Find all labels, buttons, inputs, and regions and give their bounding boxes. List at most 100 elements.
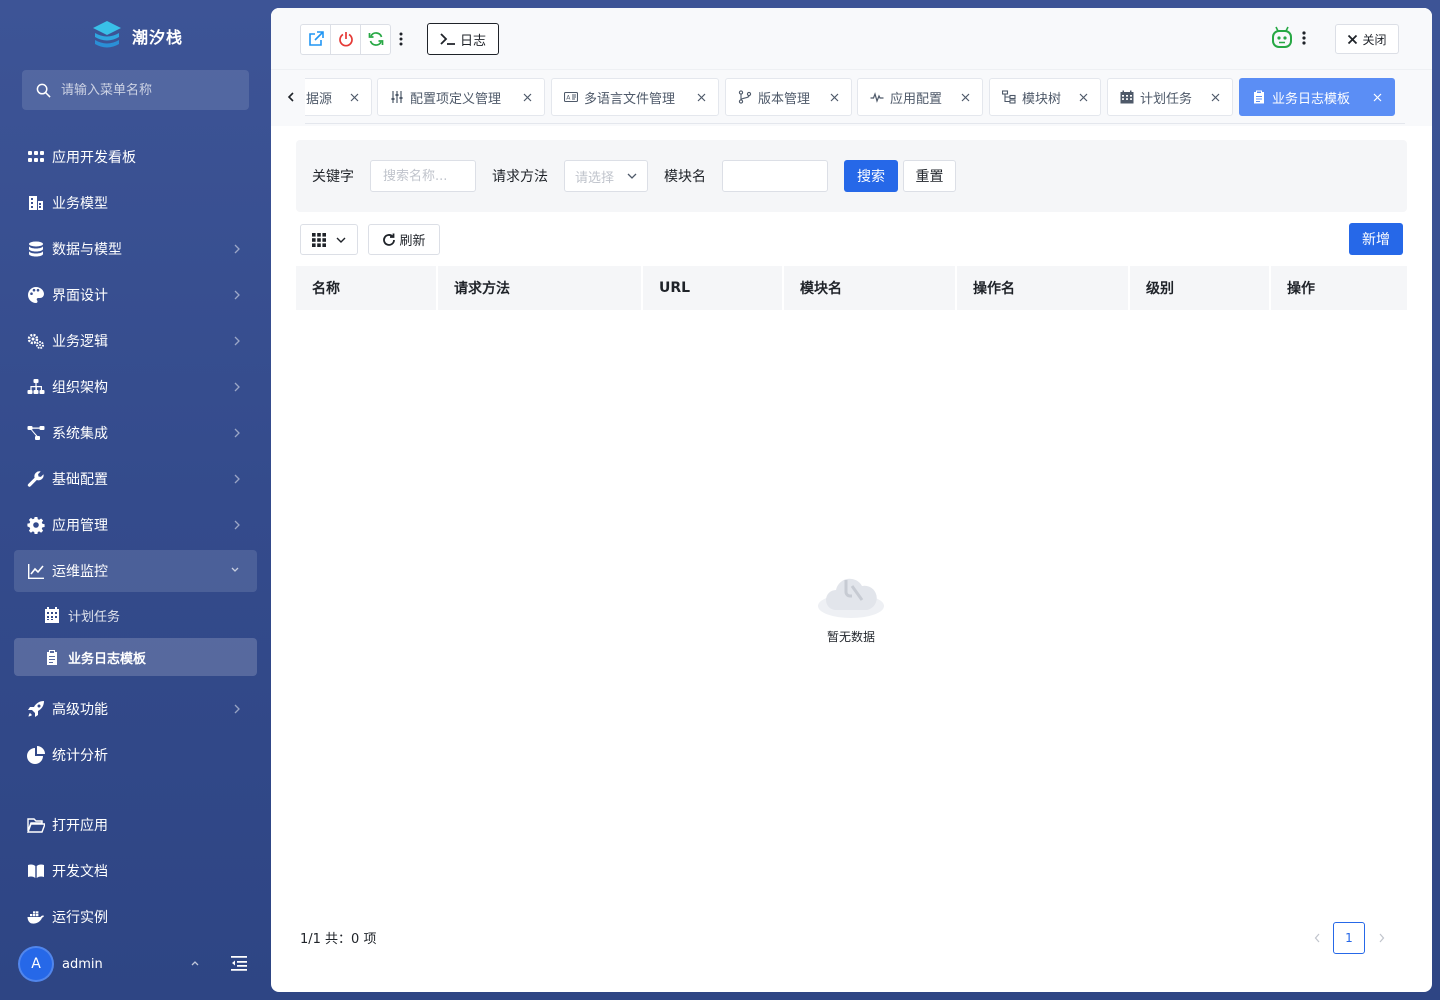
menu-search-input[interactable] [61, 82, 231, 98]
sliders-icon [390, 90, 404, 104]
user-name[interactable]: admin [62, 957, 103, 972]
close-icon[interactable] [961, 93, 970, 102]
pulse-icon [870, 90, 884, 104]
tabs-bar: 据源 配置项定义管理 A 多语言文件管理 版本管理 应用配置 模块树 计划任务 … [271, 70, 1432, 126]
column-header-operation-name[interactable]: 操作名 [956, 266, 1130, 310]
chevron-right-icon [234, 290, 240, 300]
menu-item-app-management[interactable]: 应用管理 [14, 504, 257, 546]
wrench-icon [26, 469, 46, 489]
menu-item-open-app[interactable]: 打开应用 [14, 804, 257, 846]
column-header-name[interactable]: 名称 [296, 266, 438, 310]
close-icon [1348, 34, 1358, 44]
more-options-button[interactable] [391, 23, 411, 55]
tab-module-tree[interactable]: 模块树 [989, 78, 1101, 116]
menu-item-statistics[interactable]: 统计分析 [14, 734, 257, 776]
tab-business-log-template[interactable]: 业务日志模板 [1239, 78, 1395, 116]
reset-button[interactable]: 重置 [903, 160, 956, 192]
table-header-row: 名称 请求方法 URL 模块名 操作名 级别 操作 [296, 266, 1407, 310]
menu-item-label: 数据与模型 [52, 242, 122, 258]
menu-item-label: 业务日志模板 [68, 651, 147, 667]
close-icon[interactable] [1079, 93, 1088, 102]
close-icon[interactable] [523, 93, 532, 102]
sitemap-icon [26, 377, 46, 397]
menu-item-running-instances[interactable]: 运行实例 [14, 896, 257, 938]
tab-data-source[interactable]: 据源 [305, 78, 372, 116]
close-button[interactable]: 关闭 [1335, 24, 1399, 54]
column-header-module[interactable]: 模块名 [783, 266, 957, 310]
method-select[interactable]: 请选择 [564, 160, 648, 192]
chevron-left-icon [1314, 933, 1319, 943]
avatar[interactable]: A [18, 946, 54, 982]
search-button[interactable]: 搜索 [844, 160, 898, 192]
column-header-method[interactable]: 请求方法 [437, 266, 643, 310]
close-icon[interactable] [1373, 93, 1382, 102]
keyword-label: 关键字 [312, 169, 354, 185]
menu-item-system-integration[interactable]: 系统集成 [14, 412, 257, 454]
branch-icon [738, 90, 752, 104]
add-button[interactable]: 新增 [1349, 223, 1403, 255]
integration-icon [26, 423, 46, 443]
log-button[interactable]: 日志 [427, 23, 499, 55]
menu-item-scheduled-tasks[interactable]: 计划任务 [14, 596, 257, 634]
menu-item-organization[interactable]: 组织架构 [14, 366, 257, 408]
prev-page-button[interactable] [1309, 922, 1325, 954]
empty-cloud-icon [818, 578, 884, 618]
tab-i18n-files[interactable]: A 多语言文件管理 [551, 78, 719, 116]
cogs-icon [26, 331, 46, 351]
tab-label: 配置项定义管理 [410, 91, 502, 107]
brand[interactable]: 潮汐栈 [92, 18, 183, 54]
tab-label: 模块树 [1022, 91, 1062, 107]
open-external-button[interactable] [300, 23, 331, 55]
collapse-menu-icon[interactable] [230, 954, 248, 972]
chevron-up-icon[interactable] [190, 958, 200, 968]
close-icon[interactable] [830, 93, 839, 102]
menu-item-ops-monitor[interactable]: 运维监控 [14, 550, 257, 592]
power-icon [338, 32, 353, 47]
menu-item-label: 业务模型 [52, 196, 108, 212]
more-vertical-icon [399, 32, 403, 46]
next-page-button[interactable] [1373, 922, 1389, 954]
gear-icon [26, 515, 46, 535]
external-link-icon [308, 31, 324, 46]
menu-item-ui-design[interactable]: 界面设计 [14, 274, 257, 316]
menu-item-business-logic[interactable]: 业务逻辑 [14, 320, 257, 362]
menu-item-basic-config[interactable]: 基础配置 [14, 458, 257, 500]
refresh-button-label: 刷新 [399, 234, 426, 249]
tab-config-definition[interactable]: 配置项定义管理 [377, 78, 545, 116]
keyword-input[interactable] [370, 160, 476, 192]
menu-item-dev-docs[interactable]: 开发文档 [14, 850, 257, 892]
robot-icon[interactable] [1270, 26, 1294, 50]
column-header-url[interactable]: URL [642, 266, 784, 310]
close-icon[interactable] [697, 93, 706, 102]
menu-item-label: 业务逻辑 [52, 334, 108, 350]
close-icon[interactable] [1211, 93, 1220, 102]
module-input[interactable] [722, 160, 828, 192]
tab-scheduled-tasks[interactable]: 计划任务 [1107, 78, 1233, 116]
chevron-right-icon [1379, 933, 1384, 943]
close-button-label: 关闭 [1362, 32, 1387, 47]
column-header-level[interactable]: 级别 [1129, 266, 1271, 310]
method-select-placeholder: 请选择 [575, 170, 615, 186]
empty-state: 暂无数据 [806, 566, 896, 645]
menu-item-business-log-template[interactable]: 业务日志模板 [14, 638, 257, 676]
close-icon[interactable] [350, 93, 359, 102]
tab-app-config[interactable]: 应用配置 [857, 78, 983, 116]
menu-item-app-dashboard[interactable]: 应用开发看板 [14, 136, 257, 178]
power-button[interactable] [330, 23, 361, 55]
menu-item-business-model[interactable]: 业务模型 [14, 182, 257, 224]
reload-button[interactable] [360, 23, 391, 55]
tab-version-management[interactable]: 版本管理 [725, 78, 852, 116]
refresh-button[interactable]: 刷新 [368, 224, 440, 255]
chevron-right-icon [234, 520, 240, 530]
column-settings-button[interactable] [300, 224, 358, 255]
menu-search[interactable] [22, 70, 249, 110]
more-vertical-icon[interactable] [1299, 28, 1309, 48]
chevron-left-icon[interactable] [285, 90, 297, 104]
menu-item-advanced[interactable]: 高级功能 [14, 688, 257, 730]
menu-item-data-model[interactable]: 数据与模型 [14, 228, 257, 270]
menu-item-label: 基础配置 [52, 472, 108, 488]
menu-item-label: 开发文档 [52, 864, 108, 880]
user-bar[interactable]: A admin [18, 946, 253, 982]
menu-item-label: 应用管理 [52, 518, 108, 534]
page-number-button[interactable]: 1 [1333, 922, 1365, 954]
